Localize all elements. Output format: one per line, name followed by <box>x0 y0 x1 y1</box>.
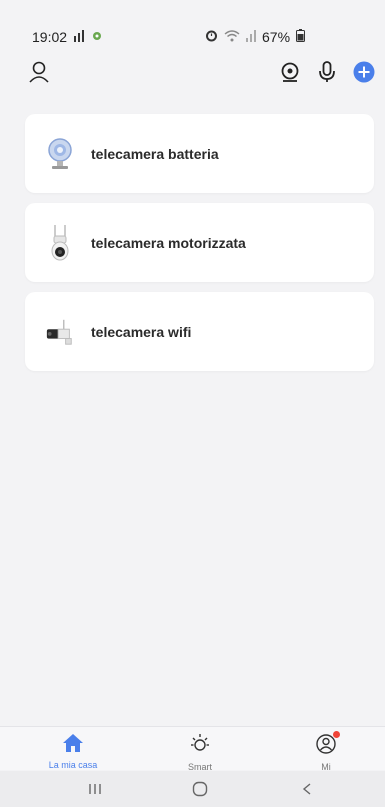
device-list: telecamera batteria telecamera motorizza… <box>25 114 374 381</box>
sun-icon <box>189 734 211 759</box>
home-icon <box>62 734 84 757</box>
device-card-battery-camera[interactable]: telecamera batteria <box>25 114 374 193</box>
battery-icon <box>296 29 306 45</box>
status-right: 67% <box>205 29 306 45</box>
device-name: telecamera batteria <box>91 145 219 162</box>
system-nav-bar <box>0 771 385 807</box>
wifi-icon <box>224 29 240 45</box>
profile-icon <box>315 731 340 760</box>
status-left: 19:02 <box>32 29 103 45</box>
add-icon[interactable] <box>350 58 378 86</box>
tab-smart[interactable]: Smart <box>160 733 240 772</box>
top-bar <box>0 58 385 90</box>
cell-signal-icon <box>246 29 256 45</box>
tab-home[interactable]: La mia casa <box>33 733 113 770</box>
notification-dot <box>333 731 340 738</box>
battery-camera-icon <box>45 134 75 174</box>
device-name: telecamera wifi <box>91 323 192 340</box>
wifi-camera-icon <box>45 312 75 352</box>
device-name: telecamera motorizzata <box>91 234 246 251</box>
clock: 19:02 <box>32 29 68 45</box>
android-debug-icon <box>91 30 103 45</box>
motorized-camera-icon <box>45 223 75 263</box>
user-icon[interactable] <box>25 58 53 86</box>
device-card-motorized-camera[interactable]: telecamera motorizzata <box>25 203 374 282</box>
tab-mi[interactable]: Mi <box>286 731 366 772</box>
microphone-icon[interactable] <box>313 58 341 86</box>
camera-scan-icon[interactable] <box>276 58 304 86</box>
device-card-wifi-camera[interactable]: telecamera wifi <box>25 292 374 371</box>
tab-label: La mia casa <box>48 760 98 770</box>
alarm-icon <box>205 29 218 45</box>
home-circle-icon[interactable] <box>185 779 215 799</box>
tab-bar: La mia casa Smart Mi <box>0 726 385 772</box>
back-icon[interactable] <box>292 779 322 799</box>
recent-apps-icon[interactable] <box>80 779 110 799</box>
battery-percent: 67% <box>262 29 291 45</box>
signal-bars-icon <box>73 29 85 45</box>
status-bar: 19:02 67% <box>0 0 385 48</box>
